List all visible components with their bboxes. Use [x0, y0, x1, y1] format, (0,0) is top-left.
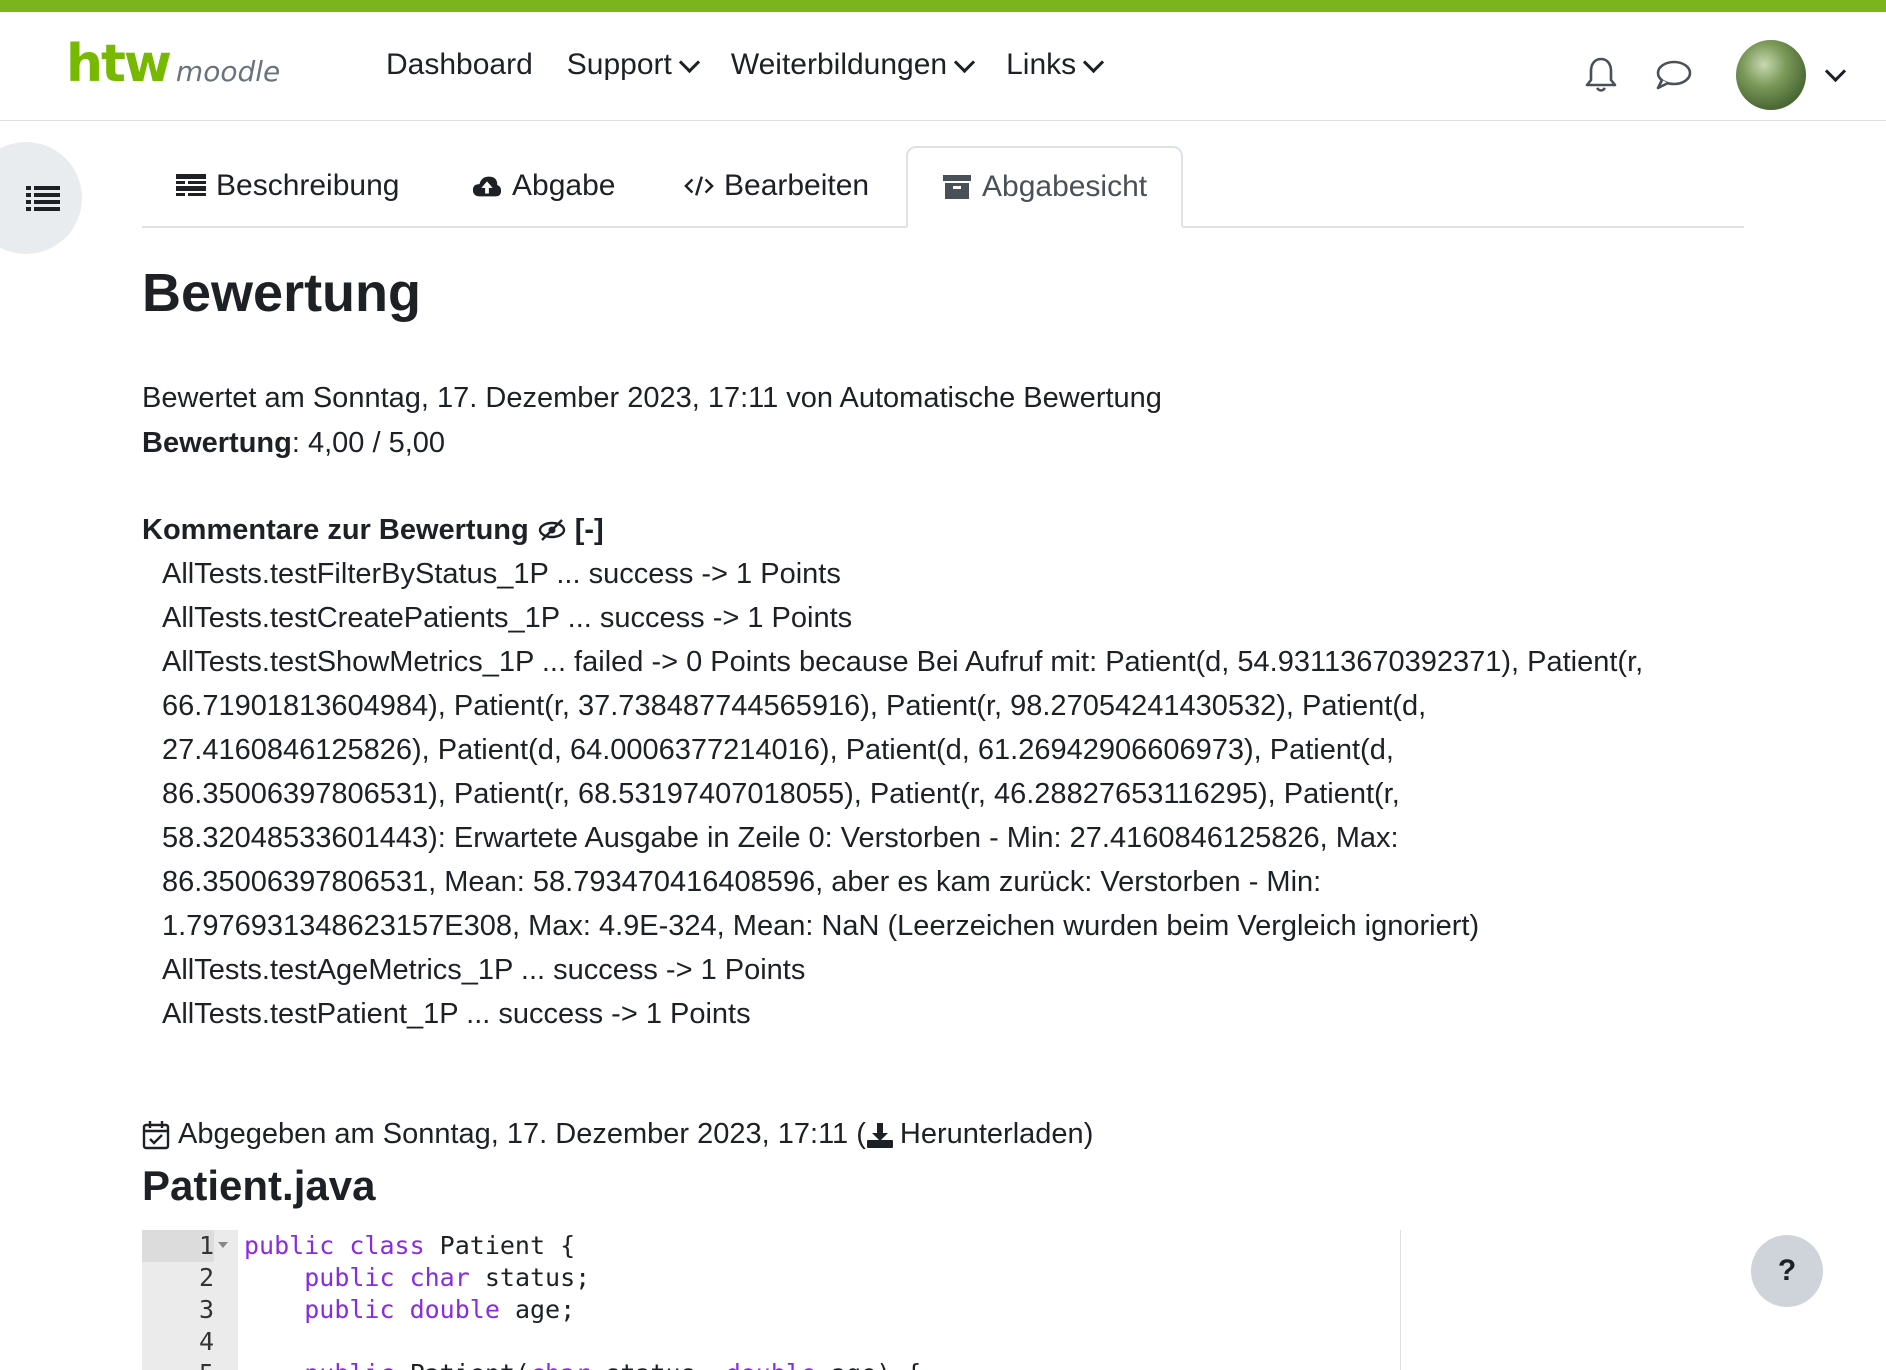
tab-label: Abgabe: [512, 169, 616, 202]
fold-arrow-icon[interactable]: [218, 1242, 228, 1248]
nav-dashboard[interactable]: Dashboard: [386, 48, 533, 82]
avatar[interactable]: [1736, 40, 1806, 110]
code-line: 3 public double age;: [142, 1294, 1400, 1326]
nav-weiterbildungen[interactable]: Weiterbildungen: [730, 48, 976, 82]
chevron-down-icon: [678, 51, 700, 73]
tab-label: Bearbeiten: [724, 169, 870, 202]
list-icon: [26, 186, 60, 211]
comment-line: 58.32048533601443): Erwartete Ausgabe in…: [162, 822, 1399, 854]
messages-button[interactable]: [1652, 54, 1694, 96]
code-line: 4: [142, 1326, 1400, 1358]
nav-support-label: Support: [566, 48, 672, 81]
comment-line: AllTests.testPatient_1P ... success -> 1…: [162, 998, 751, 1030]
download-icon: [866, 1122, 893, 1148]
chevron-down-icon: [1083, 51, 1105, 73]
eye-slash-icon: [538, 519, 565, 541]
download-link[interactable]: Herunterladen: [866, 1118, 1084, 1151]
grade-row: Bewertung: 4,00 / 5,00: [142, 421, 1162, 466]
tab-beschreibung[interactable]: Beschreibung: [142, 146, 433, 226]
download-label: Herunterladen: [899, 1118, 1084, 1150]
site-logo[interactable]: htw moodle: [66, 38, 280, 90]
cloud-upload-icon: [472, 171, 502, 201]
logo-main: htw: [66, 34, 172, 94]
tab-label: Beschreibung: [216, 169, 400, 202]
line-number: 4: [198, 1327, 214, 1356]
nav-support[interactable]: Support: [566, 48, 700, 82]
activity-tabs: Beschreibung Abgabe Bearbeiten Abgabesic…: [142, 146, 1744, 228]
submission-info: Abgegeben am Sonntag, 17. Dezember 2023,…: [142, 1118, 1093, 1151]
logo-sub: moodle: [175, 55, 281, 88]
archive-icon: [942, 172, 972, 202]
comment-line: 66.71901813604984), Patient(r, 37.738487…: [162, 690, 1427, 722]
close-paren: ): [1083, 1118, 1094, 1150]
grade-value: : 4,00 / 5,00: [291, 427, 446, 459]
description-icon: [176, 171, 206, 201]
code-viewer[interactable]: 1 public class Patient {2 public char sta…: [142, 1230, 1401, 1370]
comment-line: AllTests.testFilterByStatus_1P ... succe…: [162, 558, 841, 590]
calendar-check-icon: [142, 1120, 170, 1149]
line-number: 1: [142, 1230, 214, 1262]
grading-comments: Kommentare zur Bewertung [-] AllTests.te…: [142, 508, 1742, 1036]
tab-label: Abgabesicht: [982, 170, 1148, 203]
file-title: Patient.java: [142, 1162, 376, 1209]
notifications-button[interactable]: [1580, 54, 1622, 96]
comment-line: AllTests.testShowMetrics_1P ... failed -…: [162, 646, 1644, 678]
tab-abgabesicht[interactable]: Abgabesicht: [906, 146, 1184, 228]
comments-heading: Kommentare zur Bewertung [-]: [142, 508, 1742, 552]
graded-date: Bewertet am Sonntag, 17. Dezember 2023, …: [142, 382, 1162, 414]
help-label: ?: [1777, 1254, 1797, 1287]
user-tools: [1580, 40, 1847, 110]
nav-links[interactable]: Links: [1006, 48, 1105, 82]
submission-date: Abgegeben am Sonntag, 17. Dezember 2023,…: [178, 1118, 866, 1150]
comments-heading-label: Kommentare zur Bewertung: [142, 514, 529, 546]
line-number: 2: [198, 1263, 214, 1292]
help-button[interactable]: ?: [1751, 1235, 1823, 1307]
chat-icon: [1656, 60, 1692, 90]
chevron-down-icon: [954, 51, 976, 73]
navbar: htw moodle Dashboard Support Weiterbildu…: [0, 12, 1886, 121]
chevron-down-icon[interactable]: [1824, 60, 1847, 82]
comment-line: 1.7976931348623157E308, Max: 4.9E-324, M…: [162, 910, 1480, 942]
comments-collapse-toggle[interactable]: [-]: [575, 508, 604, 552]
code-line: 5 public Patient(char status, double age…: [142, 1358, 1400, 1370]
tab-bearbeiten[interactable]: Bearbeiten: [650, 146, 903, 226]
code-text: public Patient(char status, double age) …: [244, 1358, 921, 1370]
primary-navigation: Dashboard Support Weiterbildungen Links: [386, 48, 1105, 82]
code-text: public double age;: [304, 1295, 576, 1324]
code-line: 1 public class Patient {: [142, 1230, 1400, 1262]
code-icon: [684, 171, 714, 201]
comment-line: 86.35006397806531, Mean: 58.793470416408…: [162, 866, 1322, 898]
code-text: public class Patient {: [244, 1231, 576, 1260]
tab-abgabe[interactable]: Abgabe: [438, 146, 649, 226]
grading-meta: Bewertet am Sonntag, 17. Dezember 2023, …: [142, 376, 1162, 466]
comment-list: AllTests.testFilterByStatus_1P ... succe…: [142, 552, 1742, 1036]
line-number: 3: [198, 1295, 214, 1324]
nav-weiterbildungen-label: Weiterbildungen: [730, 48, 948, 81]
code-text: public char status;: [304, 1263, 591, 1292]
code-line: 2 public char status;: [142, 1262, 1400, 1294]
page-title: Bewertung: [142, 263, 422, 323]
comment-line: AllTests.testCreatePatients_1P ... succe…: [162, 602, 853, 634]
comment-line: 86.35006397806531), Patient(r, 68.531974…: [162, 778, 1400, 810]
comment-line: 27.4160846125826), Patient(d, 64.0006377…: [162, 734, 1394, 766]
comment-line: AllTests.testAgeMetrics_1P ... success -…: [162, 954, 806, 986]
brand-accent-bar: [0, 0, 1886, 12]
bell-icon: [1585, 57, 1617, 92]
nav-dashboard-label: Dashboard: [386, 48, 533, 81]
course-index-toggle[interactable]: [0, 142, 82, 254]
line-number: 5: [142, 1358, 214, 1370]
grade-label: Bewertung: [142, 427, 292, 459]
nav-links-label: Links: [1006, 48, 1077, 81]
